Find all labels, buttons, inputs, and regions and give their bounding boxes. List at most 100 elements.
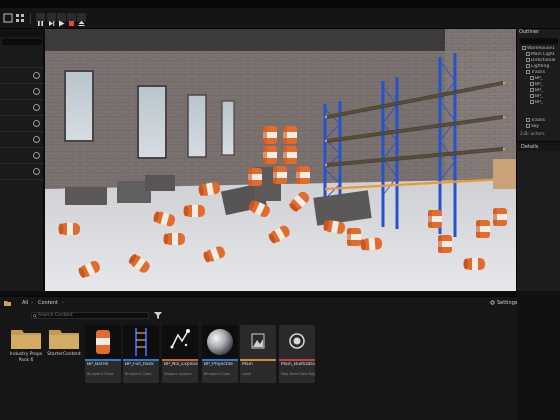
stop-icon [69, 21, 74, 26]
asset-name: BP_Full_Rack [125, 362, 154, 367]
asset-thumbnail [85, 325, 121, 359]
details-panel-left [0, 29, 44, 291]
asset-type-stripe [279, 359, 315, 361]
panel-tab[interactable] [0, 29, 44, 37]
breadcrumb-all[interactable]: All [22, 300, 28, 306]
asset-type: Blueprint Class [125, 372, 152, 376]
folder-name: StarterContent [47, 352, 81, 357]
level-viewport[interactable] [45, 29, 516, 291]
actor-icon [530, 94, 534, 98]
actor-icon [530, 82, 534, 86]
build-data-thumbnail-icon [289, 333, 305, 349]
asset-thumbnail [162, 325, 198, 359]
unreal-editor-window: Outliner Warehouse1 Main Light Direction… [0, 0, 560, 420]
content-search-input[interactable]: Search Content [31, 312, 149, 319]
folder-icon [526, 118, 530, 122]
outliner-item[interactable]: Sky [526, 124, 560, 130]
pause-icon [38, 21, 43, 26]
details-tab[interactable]: Details [516, 141, 560, 151]
step-button[interactable] [47, 13, 56, 26]
warehouse-scene [45, 29, 516, 291]
asset-type-stripe [162, 359, 198, 361]
actor-icon [530, 88, 534, 92]
outliner-panel: Outliner Warehouse1 Main Light Direction… [516, 29, 560, 141]
asset-tile[interactable]: BP_Projectile Blueprint Class [202, 325, 238, 383]
actor-count: 2,Br actors [520, 132, 545, 137]
breadcrumb-content[interactable]: Content [38, 300, 58, 306]
asset-name: BP_Niz_Explosion [164, 362, 198, 367]
asset-thumbnail [279, 325, 315, 359]
reset-icon[interactable] [33, 104, 40, 111]
asset-name: BP_Projectile [204, 362, 233, 367]
property-row[interactable] [0, 99, 44, 115]
property-row[interactable] [0, 179, 44, 195]
content-browser: All › Content › Search Content Settings … [0, 296, 518, 420]
asset-tile[interactable]: Main Level [240, 325, 276, 383]
stop-button[interactable] [67, 13, 76, 26]
eject-button[interactable] [77, 13, 86, 26]
asset-type: Map Build Data Registry [281, 372, 315, 376]
eject-icon [78, 21, 85, 26]
folder-icon [4, 301, 11, 306]
play-button[interactable] [57, 13, 66, 27]
reset-icon[interactable] [33, 168, 40, 175]
property-row[interactable] [0, 147, 44, 163]
pause-button[interactable] [36, 13, 45, 26]
folder-icon [526, 70, 530, 74]
property-row[interactable] [0, 67, 44, 83]
actor-icon [530, 76, 534, 80]
asset-type: Niagara System [164, 372, 192, 376]
asset-name: BP_Barrel [87, 362, 109, 367]
asset-name: Main [242, 362, 253, 367]
barrel-thumbnail-icon [96, 330, 110, 354]
main-toolbar [0, 8, 560, 29]
reset-icon[interactable] [33, 88, 40, 95]
filter-icon[interactable] [154, 312, 162, 319]
settings-button[interactable]: Settings [497, 300, 518, 306]
toolbar-separator [30, 13, 31, 24]
rack-thumbnail-icon [135, 328, 147, 356]
asset-tile[interactable]: Main_BuiltData Map Build Data Registry [279, 325, 315, 383]
asset-tile[interactable]: BP_Full_Rack Blueprint Class [123, 325, 159, 383]
outliner-item[interactable]: BP_ [530, 100, 560, 106]
step-icon [49, 21, 55, 26]
folder-tile[interactable]: Industry Props Pack 6 [8, 325, 44, 383]
save-icon[interactable] [3, 13, 13, 23]
details-search-input[interactable] [2, 39, 42, 45]
reset-icon[interactable] [33, 152, 40, 159]
folder-name: Industry Props Pack 6 [9, 352, 43, 363]
reset-icon[interactable] [33, 72, 40, 79]
asset-type-stripe [202, 359, 238, 361]
grid-icon[interactable] [15, 13, 25, 23]
details-title: Details [521, 144, 539, 150]
folder-icon [526, 64, 530, 68]
asset-type-stripe [123, 359, 159, 361]
asset-type: Level [242, 372, 252, 376]
folder-icon [49, 330, 79, 349]
folder-icon [11, 330, 41, 349]
level-thumbnail-icon [251, 333, 265, 349]
outliner-search-input[interactable] [520, 38, 558, 44]
property-row[interactable] [0, 83, 44, 99]
breadcrumb-separator: › [62, 300, 64, 306]
asset-tile[interactable]: BP_Barrel Blueprint Class [85, 325, 121, 383]
gear-icon[interactable] [490, 300, 495, 305]
asset-tile[interactable]: BP_Niz_Explosion Niagara System [162, 325, 198, 383]
asset-thumbnail [123, 325, 159, 359]
property-row[interactable] [0, 163, 44, 179]
breadcrumb-separator: › [31, 300, 33, 306]
reset-icon[interactable] [33, 136, 40, 143]
content-browser-side [517, 291, 560, 420]
reset-icon[interactable] [33, 120, 40, 127]
folder-tile[interactable]: StarterContent [46, 325, 82, 383]
details-panel [516, 151, 560, 291]
property-row[interactable] [0, 131, 44, 147]
sky-icon [526, 124, 530, 128]
light-icon [526, 58, 530, 62]
search-placeholder: Search Content [38, 313, 73, 318]
outliner-title: Outliner [519, 29, 540, 35]
asset-thumbnail [240, 325, 276, 359]
asset-type-stripe [240, 359, 276, 361]
property-row[interactable] [0, 115, 44, 131]
folder-icon [522, 46, 526, 50]
